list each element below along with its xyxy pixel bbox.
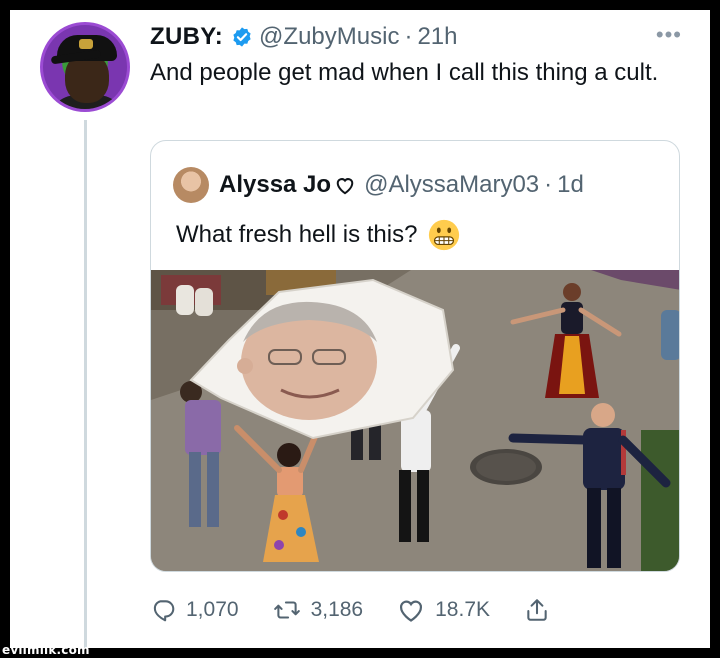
quoted-separator-dot: · <box>544 171 553 198</box>
tweet-card: ZUBY: @ZubyMusic · 21h ••• And people ge… <box>10 10 710 648</box>
more-options-icon[interactable]: ••• <box>656 22 682 48</box>
handle[interactable]: @ZubyMusic <box>259 23 399 51</box>
tweet-header: ZUBY: @ZubyMusic · 21h <box>150 22 457 52</box>
like-button[interactable]: 18.7K <box>397 597 490 623</box>
retweet-icon <box>273 601 300 619</box>
heart-outline-icon <box>336 178 354 195</box>
grimacing-face-icon <box>429 219 460 251</box>
retweet-count: 3,186 <box>310 598 364 621</box>
reply-icon <box>153 600 175 622</box>
share-button[interactable] <box>524 597 560 623</box>
quoted-timestamp[interactable]: 1d <box>557 171 584 199</box>
verified-badge-icon <box>233 27 251 47</box>
retweet-button[interactable]: 3,186 <box>273 597 364 623</box>
quoted-handle[interactable]: @AlyssaMary03 <box>364 171 539 199</box>
timestamp[interactable]: 21h <box>417 23 457 51</box>
heart-icon <box>400 600 423 622</box>
reply-button[interactable]: 1,070 <box>150 597 239 623</box>
tweet-text: And people get mad when I call this thin… <box>150 59 659 86</box>
like-count: 18.7K <box>435 598 491 621</box>
avatar[interactable] <box>40 22 130 112</box>
reply-count: 1,070 <box>186 598 239 621</box>
quoted-text-row: What fresh hell is this? <box>176 218 461 252</box>
share-icon <box>527 599 547 621</box>
display-name[interactable]: ZUBY: <box>150 23 223 51</box>
quoted-text: What fresh hell is this? <box>176 221 418 248</box>
action-bar: 1,070 3,186 18.7K <box>150 590 594 630</box>
quoted-media[interactable] <box>151 270 679 571</box>
separator-dot: · <box>404 23 413 50</box>
quoted-tweet-header: Alyssa Jo @AlyssaMary03 · 1d <box>173 165 584 205</box>
quoted-avatar[interactable] <box>173 167 209 203</box>
thread-line <box>84 120 87 648</box>
quoted-tweet[interactable]: Alyssa Jo @AlyssaMary03 · 1d What fresh … <box>150 140 680 572</box>
watermark: evilmilk.com <box>2 643 90 657</box>
quoted-display-name[interactable]: Alyssa Jo <box>219 171 331 199</box>
